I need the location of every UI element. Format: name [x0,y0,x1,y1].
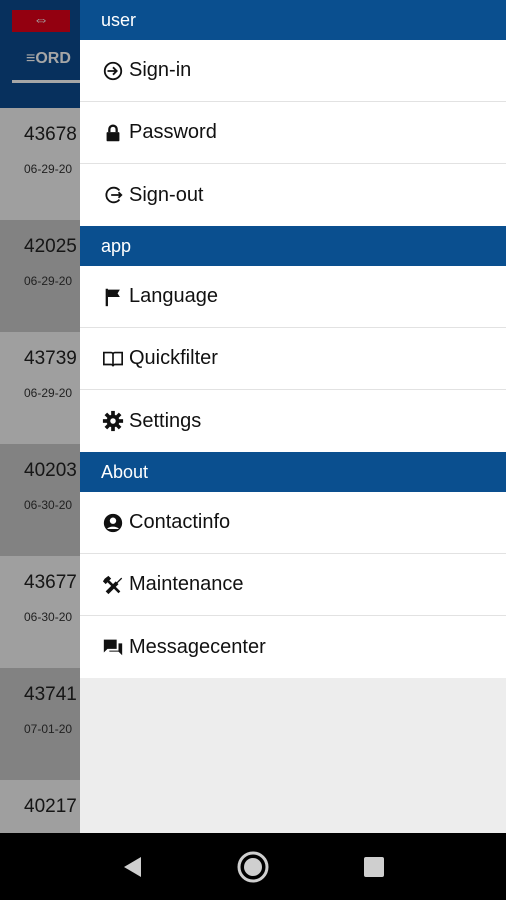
menu-item-label: Password [129,121,217,143]
home-circle-icon [237,851,269,882]
menu-item-language[interactable]: Language [80,266,506,328]
tools-icon [101,573,125,597]
sign-out-icon [101,183,125,207]
back-triangle-icon [124,856,141,877]
menu-item-label: Messagecenter [129,635,266,658]
menu-item-label: Settings [129,409,202,432]
flag-icon [101,285,125,309]
menu-item-maintenance[interactable]: Maintenance [80,554,506,616]
menu-item-label: Sign-in [129,59,192,81]
menu-item-contactinfo[interactable]: Contactinfo [80,492,506,554]
recents-square-icon [364,856,384,877]
lock-icon [101,121,125,145]
chat-icon [101,635,125,659]
section-header-app: app [80,226,506,266]
menu-item-password[interactable]: Password [80,102,506,164]
menu-item-settings[interactable]: Settings [80,390,506,452]
menu-item-sign-in[interactable]: Sign-in [80,40,506,102]
gear-icon [101,409,125,433]
menu-item-label: Contactinfo [129,511,231,533]
back-button[interactable] [92,833,172,900]
menu-item-label: Language [129,285,218,307]
home-button[interactable] [213,833,293,900]
menu-item-sign-out[interactable]: Sign-out [80,164,506,226]
menu-item-label: Sign-out [129,183,204,206]
sign-in-icon [101,59,125,83]
system-navigation-bar [0,833,506,900]
menu-item-quickfilter[interactable]: Quickfilter [80,328,506,390]
menu-item-messagecenter[interactable]: Messagecenter [80,616,506,678]
menu-item-label: Quickfilter [129,347,218,369]
book-icon [101,347,125,371]
recents-button[interactable] [334,833,414,900]
section-header-user: user [80,0,506,40]
user-circle-icon [101,511,125,535]
section-header-about: About [80,452,506,492]
menu-item-label: Maintenance [129,573,244,595]
navigation-drawer: user Sign-in Password Sign-out app Langu… [80,0,506,833]
